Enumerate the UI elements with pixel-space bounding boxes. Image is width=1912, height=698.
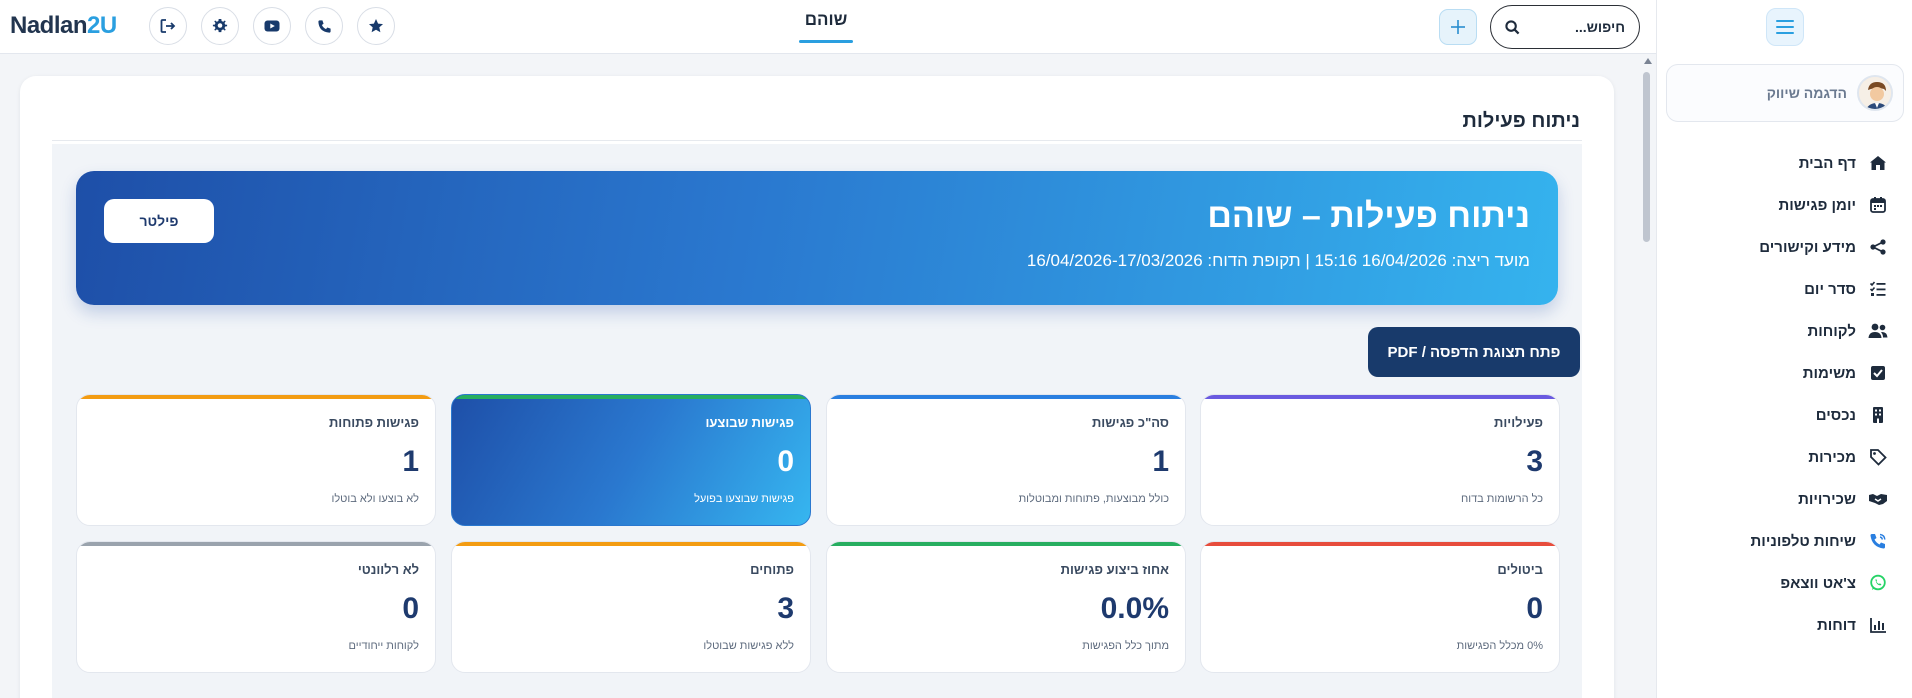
scroll-thumb[interactable] [1643,72,1650,242]
menu-toggle-button[interactable] [1766,8,1804,46]
sidebar-item-sales[interactable]: מכירות [1668,436,1888,478]
handshake-icon [1868,489,1888,509]
title-divider [52,140,1582,141]
sidebar-item-whatsapp[interactable]: צ'אט ווצאפ [1668,562,1888,604]
sidebar-nav: דף הבית יומן פגישות מידע וקישורים סדר יו… [1668,142,1888,646]
stat-accent-bar [452,542,810,546]
favorites-button[interactable] [357,7,395,45]
report-hero-banner: ניתוח פעילות – שוהם מועד ריצה: 16/04/202… [76,171,1558,305]
search-input[interactable]: חיפוש... [1530,19,1625,35]
gear-icon [212,19,228,33]
hero-subtitle: מועד ריצה: 16/04/2026 15:16 | תקופת הדוח… [1026,251,1530,270]
stat-card-open-meetings: פגישות פתוחות 1 לא בוצעו ולא בוטלו [76,394,436,526]
sidebar-item-clients[interactable]: לקוחות [1668,310,1888,352]
stat-accent-bar [1201,542,1559,546]
stat-accent-bar [1201,395,1559,399]
stat-accent-bar [77,395,435,399]
stat-accent-bar [77,542,435,546]
sidebar-item-reports[interactable]: דוחות [1668,604,1888,646]
plus-icon [1451,20,1465,34]
stat-card-completion-rate: אחוז ביצוע פגישות 0.0% מתוך כלל הפגישות [826,541,1186,673]
building-icon [1868,405,1888,425]
stat-card-cancellations: ביטולים 0 0% מכלל הפגישות [1200,541,1560,673]
whatsapp-icon [1868,573,1888,593]
users-icon [1868,321,1888,341]
stat-accent-bar [827,395,1185,399]
phone-call-icon [1868,531,1888,551]
share-icon [1868,237,1888,257]
filter-button[interactable]: פילטר [104,199,214,243]
stat-card-not-relevant: לא רלוונטי 0 לקוחות ייחודיים [76,541,436,673]
print-pdf-button[interactable]: פתח תצוגת הדפסה / PDF [1368,327,1580,377]
stat-card-completed-meetings: פגישות שבוצעו 0 פגישות שבוצעו בפועל [451,394,811,526]
calendar-icon [1868,195,1888,215]
star-icon [369,19,383,33]
stat-card-total-meetings: סה"כ פגישות 1 כולל מבוצעות, פתוחות ומבוט… [826,394,1186,526]
youtube-button[interactable] [253,7,291,45]
tag-icon [1868,447,1888,467]
user-name: הדגמה שיווק [1766,85,1847,101]
search-box[interactable]: חיפוש... [1490,5,1640,49]
user-card[interactable]: הדגמה שיווק [1666,64,1904,122]
add-button[interactable] [1439,9,1477,45]
sidebar-item-agenda[interactable]: סדר יום [1668,268,1888,310]
hero-title: ניתוח פעילות – שוהם [1207,197,1530,235]
hamburger-icon [1776,20,1794,34]
search-icon [1505,19,1520,34]
sidebar-item-home[interactable]: דף הבית [1668,142,1888,184]
top-bar: Nadlan2U שוהם חיפוש... [0,0,1656,54]
phone-icon [317,19,331,33]
main-content-card: ניתוח פעילות ניתוח פעילות – שוהם מועד רי… [20,76,1614,698]
sidebar: הדגמה שיווק דף הבית יומן פגישות מידע וקי… [1656,0,1912,698]
stat-accent-bar [452,395,810,399]
sidebar-item-phone-calls[interactable]: שיחות טלפוניות [1668,520,1888,562]
stat-card-activities: פעילויות 3 כל הרשומות בדוח [1200,394,1560,526]
checklist-icon [1868,279,1888,299]
logout-button[interactable] [149,7,187,45]
bar-chart-icon [1868,615,1888,635]
home-icon [1868,153,1888,173]
youtube-icon [264,20,280,32]
checkbox-icon [1868,363,1888,383]
avatar [1857,75,1893,111]
settings-button[interactable] [201,7,239,45]
sidebar-item-rentals[interactable]: שכירויות [1668,478,1888,520]
logout-icon [160,19,176,33]
scroll-up-arrow[interactable] [1644,58,1652,64]
stat-card-open: פתוחים 3 ללא פגישות שבוטלו [451,541,811,673]
page-title: ניתוח פעילות [1462,110,1580,132]
sidebar-item-tasks[interactable]: משימות [1668,352,1888,394]
sidebar-item-properties[interactable]: נכסים [1668,394,1888,436]
city-tab[interactable]: שוהם [800,10,852,30]
active-tab-indicator [799,40,853,43]
phone-button[interactable] [305,7,343,45]
sidebar-item-info-links[interactable]: מידע וקישורים [1668,226,1888,268]
app-logo[interactable]: Nadlan2U [10,12,117,40]
stat-accent-bar [827,542,1185,546]
sidebar-item-calendar[interactable]: יומן פגישות [1668,184,1888,226]
